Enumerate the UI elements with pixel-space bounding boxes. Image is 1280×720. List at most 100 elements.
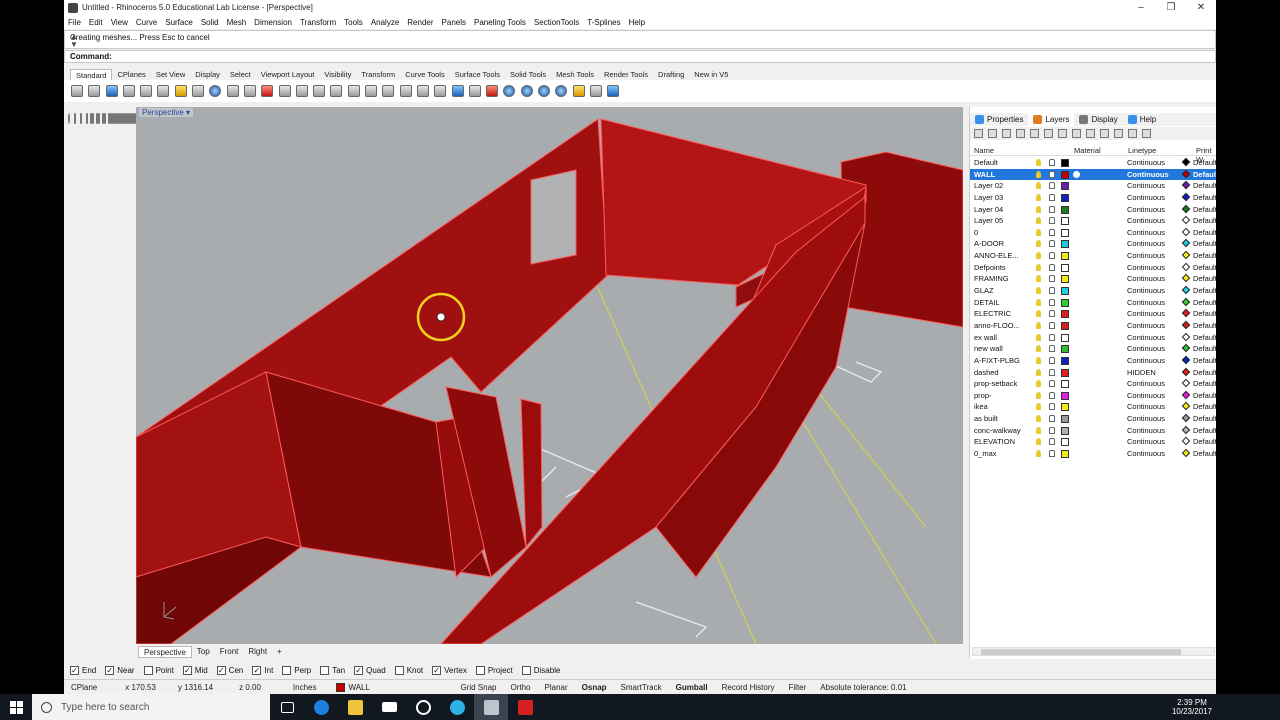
layer-linetype[interactable]: Continuous (1127, 170, 1169, 179)
layer-linetype[interactable]: Continuous (1127, 228, 1165, 237)
toolbar-tab-display[interactable]: Display (190, 69, 225, 80)
toolbar-tool-icon[interactable] (71, 85, 83, 97)
layer-color-swatch[interactable] (1061, 321, 1069, 330)
layer-color-swatch[interactable] (1061, 450, 1069, 459)
lock-icon[interactable] (1049, 333, 1055, 341)
osnap-disable[interactable]: Disable (521, 665, 560, 675)
modeling-tool-icon[interactable] (112, 113, 114, 124)
lightbulb-icon[interactable] (1036, 426, 1041, 434)
toolbar-tool-icon[interactable] (434, 85, 447, 97)
menu-render[interactable]: Render (407, 18, 433, 27)
layer-row[interactable]: prop- Continuous Default (970, 390, 1216, 402)
print-color-diamond-icon[interactable] (1181, 378, 1191, 388)
lock-icon[interactable] (1049, 438, 1055, 446)
viewport-label[interactable]: Perspective ▾ (139, 108, 194, 117)
layer-linetype[interactable]: Continuous (1127, 181, 1165, 190)
layer-tool-icon[interactable] (1142, 129, 1151, 138)
toolbar-tab-transform[interactable]: Transform (356, 69, 400, 80)
print-color-diamond-icon[interactable] (1181, 181, 1191, 190)
toolbar-tool-icon[interactable] (347, 85, 360, 97)
layer-color-swatch[interactable] (1061, 182, 1069, 191)
lightbulb-icon[interactable] (1036, 240, 1041, 248)
layer-tool-icon[interactable] (1002, 129, 1011, 138)
col-name[interactable]: Name (974, 146, 994, 155)
toolbar-tool-icon[interactable] (555, 85, 568, 97)
layer-row[interactable]: FRAMING Continuous Default (970, 273, 1216, 285)
units-label[interactable]: Inches (286, 681, 324, 694)
lightbulb-icon[interactable] (1036, 252, 1041, 260)
layer-row[interactable]: anno-FLOO... Continuous Default (970, 320, 1216, 332)
print-color-diamond-icon[interactable] (1181, 413, 1191, 423)
toolbar-tool-icon[interactable] (105, 85, 118, 97)
layer-print-width[interactable]: Default (1193, 426, 1216, 435)
col-material[interactable]: Material (1074, 146, 1101, 155)
close-button[interactable]: ✕ (1186, 0, 1216, 15)
layer-row[interactable]: as built Continuous Default (970, 413, 1216, 425)
layer-color-swatch[interactable] (1061, 415, 1069, 424)
toolbar-tool-icon[interactable] (538, 85, 551, 97)
lock-icon[interactable] (1049, 205, 1055, 213)
lightbulb-icon[interactable] (1036, 403, 1041, 411)
osnap-knot[interactable]: Knot (394, 665, 423, 675)
lock-icon[interactable] (1049, 287, 1055, 295)
menu-solid[interactable]: Solid (201, 18, 219, 27)
layer-tool-icon[interactable] (1128, 129, 1137, 138)
lightbulb-icon[interactable] (1036, 450, 1041, 458)
toolbar-tool-icon[interactable] (607, 85, 620, 97)
osnap-mid[interactable]: ✓ Mid (182, 665, 208, 675)
osnap-end[interactable]: ✓ End (70, 665, 96, 675)
status-toggle-planar[interactable]: Planar (538, 681, 575, 694)
layer-tool-icon[interactable] (1100, 129, 1109, 138)
modeling-tool-icon[interactable] (118, 113, 120, 124)
layer-print-width[interactable]: Default (1193, 321, 1216, 330)
layer-color-swatch[interactable] (1061, 391, 1069, 400)
toolbar-tool-icon[interactable] (261, 85, 274, 97)
toolbar-tool-icon[interactable] (589, 85, 602, 97)
layer-color-swatch[interactable] (1061, 403, 1069, 412)
lock-icon[interactable] (1049, 263, 1055, 271)
menu-surface[interactable]: Surface (165, 18, 193, 27)
osnap-tan[interactable]: Tan (320, 665, 345, 675)
print-color-diamond-icon[interactable] (1181, 402, 1191, 411)
layer-print-width[interactable]: Default (1193, 286, 1216, 295)
layer-print-width[interactable]: Default (1193, 181, 1216, 190)
osnap-checkbox[interactable] (394, 665, 404, 675)
lightbulb-icon[interactable] (1036, 182, 1041, 190)
toolbar-tab-standard[interactable]: Standard (70, 69, 113, 80)
layer-color-swatch[interactable] (1061, 368, 1069, 377)
layer-print-width[interactable]: Default (1193, 402, 1216, 411)
layer-color-swatch[interactable] (1061, 228, 1069, 237)
layer-tool-icon[interactable] (1058, 129, 1067, 138)
toolbar-tool-icon[interactable] (313, 85, 326, 97)
layer-row[interactable]: Layer 04 Continuous Default (970, 204, 1216, 216)
modeling-tool-icon[interactable] (90, 113, 92, 124)
layer-row[interactable]: Defpoints Continuous Default (970, 262, 1216, 274)
layer-row[interactable]: new wall Continuous Default (970, 343, 1216, 355)
layer-row[interactable]: 0 Continuous Default (970, 227, 1216, 239)
minimize-button[interactable]: – (1126, 0, 1156, 15)
lightbulb-icon[interactable] (1036, 380, 1041, 388)
lightbulb-icon[interactable] (1036, 345, 1041, 353)
scrollbar-thumb[interactable] (981, 649, 1181, 655)
viewport-tab-top[interactable]: Top (192, 646, 215, 658)
osnap-point[interactable]: Point (143, 665, 174, 675)
status-toggle-grid-snap[interactable]: Grid Snap (453, 681, 503, 694)
modeling-tool-icon[interactable] (68, 113, 70, 124)
toolbar-tool-icon[interactable] (468, 85, 481, 97)
toolbar-tab-select[interactable]: Select (225, 69, 256, 80)
print-color-diamond-icon[interactable] (1181, 215, 1191, 225)
file-explorer-button[interactable] (338, 694, 372, 720)
osnap-vertex[interactable]: ✓ Vertex (432, 665, 467, 675)
menu-edit[interactable]: Edit (89, 18, 103, 27)
layer-linetype[interactable]: Continuous (1127, 239, 1165, 248)
layer-print-width[interactable]: Default (1193, 356, 1216, 365)
toolbar-tab-new-in-v5[interactable]: New in V5 (689, 69, 733, 80)
scroll-down-icon[interactable]: ▼ (70, 40, 1211, 49)
toolbar-tool-icon[interactable] (451, 85, 464, 97)
layer-linetype[interactable]: Continuous (1127, 391, 1165, 400)
layer-print-width[interactable]: Default (1193, 158, 1216, 167)
print-color-diamond-icon[interactable] (1181, 332, 1191, 341)
print-color-diamond-icon[interactable] (1181, 309, 1191, 318)
lightbulb-icon[interactable] (1036, 310, 1041, 318)
print-color-diamond-icon[interactable] (1181, 344, 1191, 353)
